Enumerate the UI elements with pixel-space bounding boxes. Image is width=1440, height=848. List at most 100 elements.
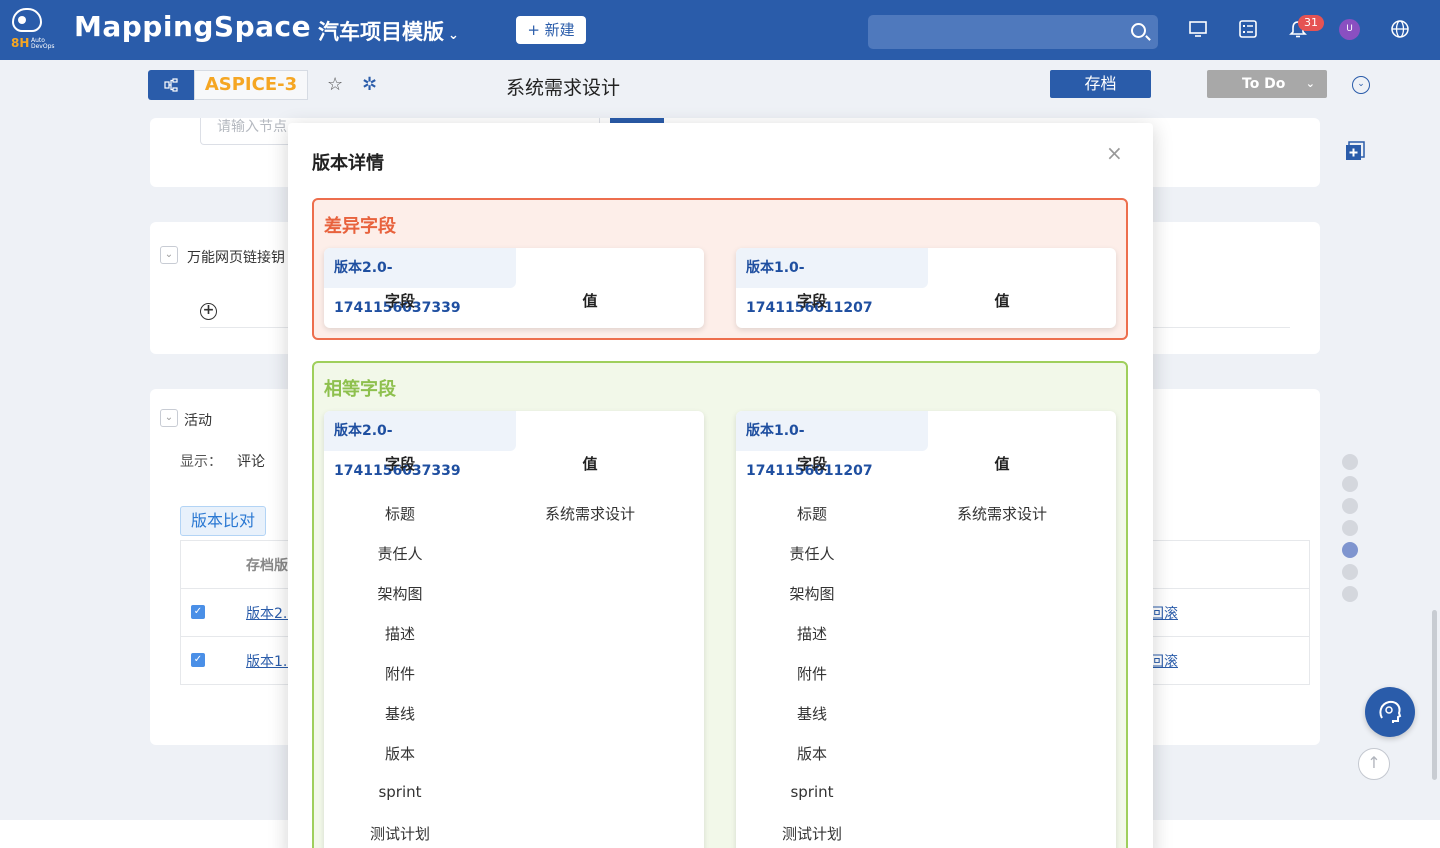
tree-icon [164, 78, 178, 92]
table-row: 测试计划 [736, 813, 1116, 848]
rollback-link[interactable]: 回滚 [1150, 603, 1178, 623]
version-tag: 版本2.0-1741156037339 [324, 248, 516, 316]
version-compare-button[interactable]: 版本比对 [180, 506, 266, 536]
row-checkbox[interactable]: ✓ [191, 653, 205, 667]
version-link[interactable]: 版本1.( [246, 651, 293, 671]
collapse-icon[interactable]: ⌄ [1352, 76, 1370, 94]
display-label: 显示： [180, 454, 222, 470]
nav-dot[interactable] [1342, 520, 1358, 536]
field-name: 责任人 [789, 545, 835, 563]
display-value[interactable]: 评论 [237, 451, 265, 471]
field-name: 架构图 [789, 585, 835, 603]
column-header-value: 值 [994, 292, 1010, 310]
star-icon[interactable]: ☆ [327, 74, 343, 95]
add-page-icon[interactable] [1344, 140, 1366, 162]
version-card-right: 版本1.0-1741156011207 字段 值 标题 系统需求设计 责任人 架构… [736, 411, 1116, 848]
nav-dot[interactable] [1342, 454, 1358, 470]
project-name: 汽车项目模版 [318, 20, 444, 44]
item-id: ASPICE-3 [194, 70, 308, 100]
network-icon[interactable]: ✲ [362, 74, 377, 95]
table-row: 附件 [736, 653, 1116, 693]
table-row: 基线 [736, 693, 1116, 733]
status-dropdown[interactable]: To Do ⌄ [1207, 70, 1327, 98]
field-name: 测试计划 [369, 825, 430, 843]
section-title-links: 万能网页链接钥 [187, 250, 285, 266]
back-to-top-icon[interactable]: ↑ [1358, 748, 1390, 780]
field-rows: 标题 系统需求设计 责任人 架构图 描述 附件 基线 版本 sprint 测试计划 [736, 493, 1116, 848]
collapse-toggle[interactable]: ⌄ [160, 409, 178, 427]
rollback-link[interactable]: 回滚 [1150, 651, 1178, 671]
column-header-value: 值 [582, 455, 598, 473]
chevron-down-icon: ⌄ [448, 28, 459, 43]
assistant-button[interactable] [1365, 687, 1415, 737]
tree-view-button[interactable] [148, 70, 194, 100]
nav-dot[interactable] [1342, 586, 1358, 602]
ai-head-icon [1379, 700, 1402, 723]
table-row: 版本 [736, 733, 1116, 773]
column-header-value: 值 [994, 455, 1010, 473]
version-detail-modal: 版本详情 × 差异字段 版本2.0-1741156037339 字段 值 版本1… [288, 123, 1153, 848]
avatar[interactable]: U [1339, 19, 1360, 40]
diff-group-title: 差异字段 [324, 216, 396, 237]
monitor-icon[interactable] [1188, 19, 1208, 39]
nav-dot[interactable] [1342, 564, 1358, 580]
field-value: 系统需求设计 [544, 505, 635, 523]
table-row: 责任人 [324, 533, 704, 573]
field-name: 附件 [796, 665, 827, 683]
table-row: sprint [324, 773, 704, 813]
archive-button[interactable]: 存档 [1050, 70, 1151, 98]
table-header: 存档版 [246, 558, 288, 574]
version-tag: 版本1.0-1741156011207 [736, 411, 928, 479]
version-card-left: 版本2.0-1741156037339 字段 值 [324, 248, 704, 328]
field-name: 版本 [796, 745, 827, 763]
scrollbar[interactable] [1432, 610, 1437, 780]
nav-dot-active[interactable] [1342, 542, 1358, 558]
field-name: 责任人 [377, 545, 423, 563]
version-card-right: 版本1.0-1741156011207 字段 值 [736, 248, 1116, 328]
column-header-value: 值 [582, 292, 598, 310]
brand-name[interactable]: MappingSpace [74, 10, 311, 43]
column-header-field: 字段 [796, 455, 827, 473]
table-row: 架构图 [324, 573, 704, 613]
row-checkbox[interactable]: ✓ [191, 605, 205, 619]
table-row: 附件 [324, 653, 704, 693]
table-row: sprint [736, 773, 1116, 813]
section-nav-dots[interactable] [1342, 454, 1358, 608]
field-value: 系统需求设计 [956, 505, 1047, 523]
field-name: 标题 [384, 505, 415, 523]
field-name: sprint [378, 783, 422, 801]
nav-dot[interactable] [1342, 476, 1358, 492]
field-name: 基线 [384, 705, 415, 723]
globe-icon[interactable] [1390, 19, 1410, 39]
field-name: 描述 [384, 625, 415, 643]
notification-badge: 31 [1298, 15, 1324, 31]
collapse-toggle[interactable]: ⌄ [160, 246, 178, 264]
field-name: 附件 [384, 665, 415, 683]
nav-dot[interactable] [1342, 498, 1358, 514]
version-link[interactable]: 版本2.( [246, 603, 293, 623]
modal-title: 版本详情 [312, 153, 384, 174]
field-name: 描述 [796, 625, 827, 643]
close-icon[interactable]: × [1106, 141, 1123, 165]
column-header-field: 字段 [384, 292, 415, 310]
column-header-field: 字段 [384, 455, 415, 473]
cloud-logo-icon [12, 8, 42, 32]
add-circle-icon[interactable]: + [200, 303, 217, 320]
project-selector[interactable]: 汽车项目模版 ⌄ [318, 16, 459, 46]
logo[interactable]: 8H Auto DevOps [8, 6, 60, 54]
column-header-field: 字段 [796, 292, 827, 310]
logo-text: 8H [11, 36, 30, 50]
field-name: 基线 [796, 705, 827, 723]
page-title: 系统需求设计 [506, 77, 621, 99]
status-label: To Do [1242, 76, 1286, 92]
table-row: 基线 [324, 693, 704, 733]
search-input[interactable] [868, 15, 1158, 49]
search-icon[interactable] [1131, 23, 1146, 38]
field-rows: 标题 系统需求设计 责任人 架构图 描述 附件 基线 版本 sprint 测试计划 [324, 493, 704, 848]
logo-subtext: Auto DevOps [31, 37, 55, 50]
new-button[interactable]: + 新建 [516, 16, 586, 44]
table-row: 标题 系统需求设计 [736, 493, 1116, 533]
checklist-icon[interactable] [1238, 19, 1258, 39]
table-row: 测试计划 [324, 813, 704, 848]
table-row: 描述 [736, 613, 1116, 653]
